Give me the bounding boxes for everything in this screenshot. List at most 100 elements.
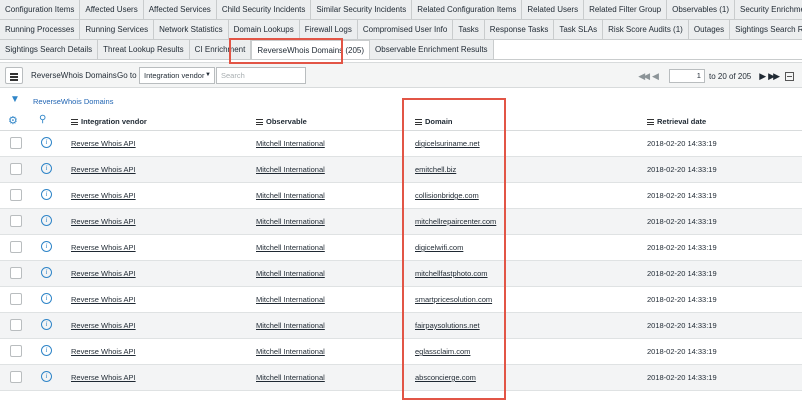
row-checkbox[interactable] (10, 163, 22, 175)
info-icon[interactable]: i (41, 163, 52, 174)
domain-link[interactable]: collisionbridge.com (415, 191, 479, 200)
tab-compromised-user-info[interactable]: Compromised User Info (357, 20, 454, 39)
tab-affected-users[interactable]: Affected Users (80, 0, 144, 19)
pagination: ◀◀ ◀ 1 to 20 of 205 ▶ ▶▶ (638, 68, 794, 84)
column-header-integration-vendor[interactable]: Integration vendor (71, 117, 147, 126)
last-page-icon[interactable]: ▶▶ (768, 71, 780, 82)
tab-threat-lookup-results[interactable]: Threat Lookup Results (98, 40, 190, 59)
tab-task-slas[interactable]: Task SLAs (554, 20, 604, 39)
tab-network-statistics[interactable]: Network Statistics (154, 20, 229, 39)
goto-label: Go to (117, 71, 137, 80)
domain-link[interactable]: digicelwifi.com (415, 243, 463, 252)
gear-icon[interactable]: ⚙ (8, 114, 18, 127)
collapse-icon[interactable] (785, 71, 794, 81)
row-checkbox[interactable] (10, 189, 22, 201)
observable-link[interactable]: Mitchell International (256, 269, 325, 278)
tab-sightings-search-details[interactable]: Sightings Search Details (0, 40, 99, 59)
goto-field-select[interactable]: Integration vendor ▼ (139, 67, 215, 84)
next-page-icon[interactable]: ▶ (759, 71, 766, 82)
prev-page-icon[interactable]: ◀ (652, 71, 659, 82)
info-icon[interactable]: i (41, 137, 52, 148)
tab-outages[interactable]: Outages (688, 20, 731, 39)
domain-link[interactable]: smartpricesolution.com (415, 295, 492, 304)
tab-child-security-incidents[interactable]: Child Security Incidents (216, 0, 312, 19)
search-icon[interactable]: ⚲ (39, 114, 46, 125)
row-checkbox[interactable] (10, 241, 22, 253)
domain-link[interactable]: emitchell.biz (415, 165, 456, 174)
domain-link[interactable]: mitchellrepaircenter.com (415, 217, 496, 226)
info-icon[interactable]: i (41, 267, 52, 278)
vendor-link[interactable]: Reverse Whois API (71, 373, 136, 382)
tab-related-configuration-items[interactable]: Related Configuration Items (412, 0, 523, 19)
search-input[interactable]: Search (216, 67, 306, 84)
domain-link[interactable]: mitchellfastphoto.com (415, 269, 488, 278)
info-icon[interactable]: i (41, 319, 52, 330)
observable-link[interactable]: Mitchell International (256, 217, 325, 226)
tab-running-processes[interactable]: Running Processes (0, 20, 81, 39)
tab-response-tasks[interactable]: Response Tasks (484, 20, 555, 39)
tab-security-enrichment-data[interactable]: Security Enrichment Data (735, 0, 802, 19)
observable-link[interactable]: Mitchell International (256, 295, 325, 304)
column-header-observable[interactable]: Observable (256, 117, 307, 126)
page-range-text: to 20 of 205 (708, 71, 752, 81)
row-checkbox[interactable] (10, 293, 22, 305)
row-checkbox[interactable] (10, 371, 22, 383)
observable-link[interactable]: Mitchell International (256, 243, 325, 252)
tab-observable-enrichment-results[interactable]: Observable Enrichment Results (370, 40, 494, 59)
vendor-link[interactable]: Reverse Whois API (71, 295, 136, 304)
vendor-link[interactable]: Reverse Whois API (71, 269, 136, 278)
column-header-retrieval-date[interactable]: Retrieval date (647, 117, 706, 126)
retrieval-date: 2018-02-20 14:33:19 (647, 243, 717, 252)
tab-similar-security-incidents[interactable]: Similar Security Incidents (311, 0, 413, 19)
tab-affected-services[interactable]: Affected Services (143, 0, 217, 19)
domain-link[interactable]: absconcierge.com (415, 373, 476, 382)
tab-risk-score-audits[interactable]: Risk Score Audits (1) (603, 20, 689, 39)
observable-link[interactable]: Mitchell International (256, 373, 325, 382)
tab-running-services[interactable]: Running Services (80, 20, 155, 39)
row-checkbox[interactable] (10, 215, 22, 227)
vendor-link[interactable]: Reverse Whois API (71, 191, 136, 200)
observable-link[interactable]: Mitchell International (256, 165, 325, 174)
info-icon[interactable]: i (41, 293, 52, 304)
filter-icon[interactable]: ▼ (10, 94, 20, 105)
page-number-input[interactable]: 1 (668, 69, 705, 83)
column-menu-icon (256, 119, 263, 126)
observable-link[interactable]: Mitchell International (256, 321, 325, 330)
observable-link[interactable]: Mitchell International (256, 347, 325, 356)
domain-link[interactable]: eglassclaim.com (415, 347, 470, 356)
related-lists-tabs-row-2: Running Processes Running Services Netwo… (0, 20, 802, 40)
list-menu-button[interactable] (5, 67, 23, 84)
tab-firewall-logs[interactable]: Firewall Logs (299, 20, 358, 39)
tab-domain-lookups[interactable]: Domain Lookups (228, 20, 300, 39)
row-checkbox[interactable] (10, 345, 22, 357)
vendor-link[interactable]: Reverse Whois API (71, 165, 136, 174)
tab-observables[interactable]: Observables (1) (667, 0, 736, 19)
info-icon[interactable]: i (41, 189, 52, 200)
info-icon[interactable]: i (41, 215, 52, 226)
vendor-link[interactable]: Reverse Whois API (71, 243, 136, 252)
tab-tasks[interactable]: Tasks (453, 20, 485, 39)
vendor-link[interactable]: Reverse Whois API (71, 139, 136, 148)
domain-link[interactable]: digicelsuriname.net (415, 139, 480, 148)
row-checkbox[interactable] (10, 267, 22, 279)
tab-configuration-items[interactable]: Configuration Items (0, 0, 81, 19)
tab-ci-enrichment[interactable]: CI Enrichment (189, 40, 252, 59)
filter-breadcrumb[interactable]: ReverseWhois Domains (33, 97, 113, 106)
column-header-domain[interactable]: Domain (415, 117, 453, 126)
observable-link[interactable]: Mitchell International (256, 139, 325, 148)
observable-link[interactable]: Mitchell International (256, 191, 325, 200)
vendor-link[interactable]: Reverse Whois API (71, 217, 136, 226)
tab-sightings-search-results[interactable]: Sightings Search Results (730, 20, 802, 39)
tab-reversewhois-domains[interactable]: ReverseWhois Domains (205) (251, 40, 371, 59)
tab-related-users[interactable]: Related Users (522, 0, 585, 19)
tab-related-filter-group[interactable]: Related Filter Group (584, 0, 668, 19)
row-checkbox[interactable] (10, 319, 22, 331)
first-page-icon[interactable]: ◀◀ (638, 71, 650, 82)
domain-link[interactable]: fairpaysolutions.net (415, 321, 480, 330)
info-icon[interactable]: i (41, 345, 52, 356)
info-icon[interactable]: i (41, 371, 52, 382)
vendor-link[interactable]: Reverse Whois API (71, 347, 136, 356)
row-checkbox[interactable] (10, 137, 22, 149)
info-icon[interactable]: i (41, 241, 52, 252)
vendor-link[interactable]: Reverse Whois API (71, 321, 136, 330)
